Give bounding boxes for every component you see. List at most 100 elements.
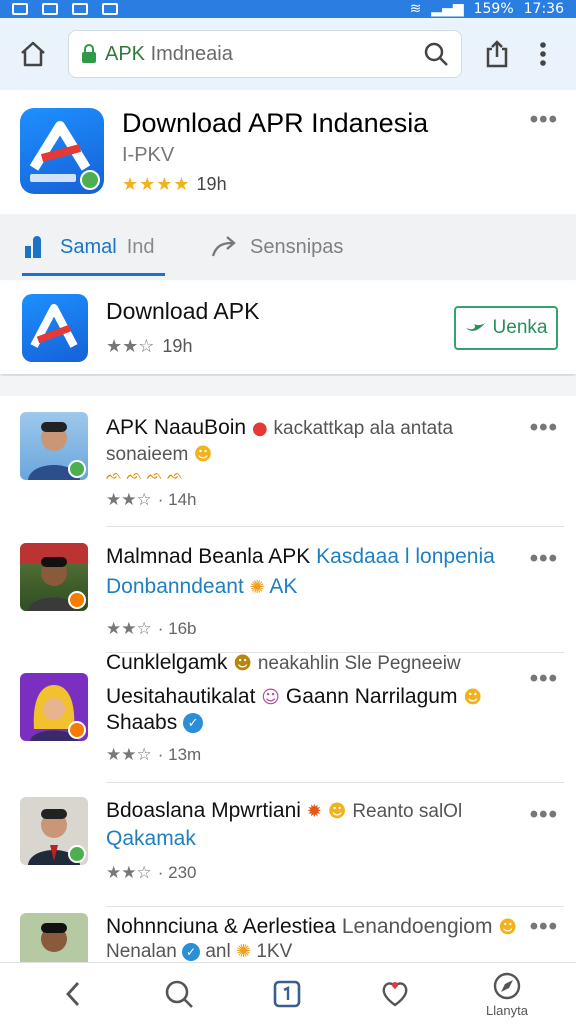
item-title: Malmnad Beanla APK <box>106 545 311 568</box>
item-subtitle: Donbanndeant <box>106 575 244 598</box>
item-meta: · 13m <box>157 745 202 764</box>
more-horizontal-icon[interactable]: ••• <box>530 913 558 941</box>
star-rating-icon: ★★☆ <box>106 490 152 509</box>
url-bar[interactable]: APK Imdneaia <box>68 30 462 78</box>
more-vertical-icon <box>540 42 546 66</box>
list-item[interactable]: Malmnad Beanla APK Kasdaaa l lonpenia Do… <box>0 527 576 653</box>
browser-toolbar: APK Imdneaia <box>0 18 576 90</box>
tab-sensnipas[interactable]: Sensnipas <box>210 214 343 280</box>
list-item[interactable]: Bdoaslana Mpwrtiani ✹ ☻ Reanto salOl Qak… <box>0 783 576 907</box>
app-header: Download APR Indanesia I-PKV ★★★★ 19h ••• <box>0 96 576 214</box>
badge-icon <box>68 845 86 863</box>
item-decoration: ᨒ ᨒ ᨒ ᨒ <box>106 468 184 483</box>
item-subtitle: sonaieem <box>106 444 189 465</box>
search-icon <box>165 980 193 1008</box>
item-title: Nohnnciuna & Aerlestiea <box>106 915 336 938</box>
bottom-navigation: Llanyta <box>0 962 576 1024</box>
smile-emoji-icon: ☻ <box>193 444 213 465</box>
smile-emoji-icon: ☻ <box>327 801 347 822</box>
samal-tab-icon <box>25 236 41 258</box>
star-rating-icon: ★★☆ <box>106 863 152 882</box>
avatar <box>20 913 88 963</box>
notification-icon <box>102 3 118 15</box>
share-button[interactable] <box>474 31 520 77</box>
more-horizontal-icon[interactable]: ••• <box>530 414 558 442</box>
person-icon <box>41 923 67 952</box>
smile-emoji-icon: ☻ <box>463 687 483 708</box>
compass-icon <box>493 972 521 999</box>
avatar <box>20 543 88 611</box>
install-button[interactable]: Uenka <box>454 306 558 350</box>
nav-account[interactable]: Llanyta <box>472 963 542 1024</box>
nav-label: Llanyta <box>486 1002 528 1018</box>
item-heading-extra: neakahlin Sle Pegneeiw <box>257 653 461 674</box>
more-horizontal-icon[interactable]: ••• <box>530 106 558 134</box>
app-rating: ★★★★ 19h <box>122 174 227 195</box>
notification-icon <box>12 3 28 15</box>
battery-text: 159% <box>473 1 514 17</box>
star-rating-icon: ★★★★ <box>122 174 191 194</box>
clock: 17:36 <box>523 1 564 17</box>
more-horizontal-icon[interactable]: ••• <box>530 545 558 573</box>
tab-label: Samal <box>60 235 117 258</box>
item-rating: ★★☆ · 16b <box>106 619 196 639</box>
section-gap <box>0 376 576 396</box>
notification-icon <box>42 3 58 15</box>
app-subtitle: I-PKV <box>122 144 175 166</box>
tab-underline <box>22 273 165 276</box>
share-icon <box>486 40 508 68</box>
url-text: APK Imdneaia <box>105 43 423 66</box>
avatar <box>20 673 88 741</box>
download-rating: ★★☆ 19h <box>106 336 192 357</box>
smile-emoji-icon: ☻ <box>498 917 518 938</box>
item-subtitle: Qakamak <box>106 827 196 850</box>
app-icon[interactable] <box>20 108 104 194</box>
item-extra: Reanto salOl <box>352 801 463 822</box>
home-button[interactable] <box>10 31 56 77</box>
emoji-icon: ☻ <box>233 653 252 674</box>
item-rating: ★★☆ · 14h <box>106 490 196 510</box>
more-horizontal-icon[interactable]: ••• <box>530 665 558 693</box>
red-emoji-icon: ● <box>251 418 268 439</box>
verified-icon: ✓ <box>182 942 201 961</box>
item-subtitle: Nenalan <box>106 941 177 962</box>
hands-emoji-icon: ✺ <box>235 941 252 962</box>
download-title: Download APK <box>106 298 260 324</box>
apk-logo-icon <box>30 304 78 348</box>
nav-favorites[interactable] <box>372 963 418 1024</box>
overflow-menu-button[interactable] <box>520 31 566 77</box>
url-path: Imdneaia <box>145 42 233 65</box>
item-extra: Kasdaaa l lonpenia <box>316 545 495 568</box>
tab-bar: Samal Ind Sensnipas <box>0 214 576 280</box>
hands-emoji-icon: ✺ <box>249 577 265 598</box>
badge-icon <box>68 721 86 739</box>
search-icon[interactable] <box>423 41 449 67</box>
avatar <box>20 412 88 480</box>
nav-back[interactable] <box>50 963 96 1024</box>
nav-search[interactable] <box>156 963 202 1024</box>
item-title: APK NaauBoin <box>106 416 247 439</box>
list-item[interactable]: Cunklelgamk ☻ neakahlin Sle Pegneeiw Ues… <box>0 651 576 783</box>
list-item[interactable]: APK NaauBoin ● kackattkap ala antata son… <box>0 396 576 527</box>
item-subtitle-extra2: 1KV <box>256 941 293 962</box>
star-rating-icon: ★★☆ <box>106 745 152 764</box>
more-horizontal-icon[interactable]: ••• <box>530 801 558 829</box>
list-item[interactable]: Nohnnciuna & Aerlestiea Lenandoengiom ☻ … <box>0 907 576 963</box>
download-app-icon[interactable] <box>22 294 88 362</box>
verified-icon: ✓ <box>183 713 204 734</box>
wifi-icon: ≋ <box>409 1 422 17</box>
url-host: APK <box>105 42 146 65</box>
emoji-icon: ☺ <box>261 687 281 708</box>
status-bar: ≋ ▂▄▆ 159% 17:36 <box>0 0 576 18</box>
avatar <box>20 797 88 865</box>
star-rating-icon: ★★☆ <box>106 336 155 356</box>
chevron-left-icon <box>66 982 80 1006</box>
item-subtitle: Shaabs <box>106 711 178 734</box>
nav-tabs[interactable] <box>264 963 310 1024</box>
item-subtitle-extra: anl <box>205 941 231 962</box>
signal-icon: ▂▄▆ <box>431 1 464 17</box>
bird-icon <box>465 323 485 331</box>
item-heading: Cunklelgamk <box>106 651 228 674</box>
tabs-icon <box>273 980 301 1008</box>
tab-samal[interactable]: Samal Ind <box>22 214 165 280</box>
